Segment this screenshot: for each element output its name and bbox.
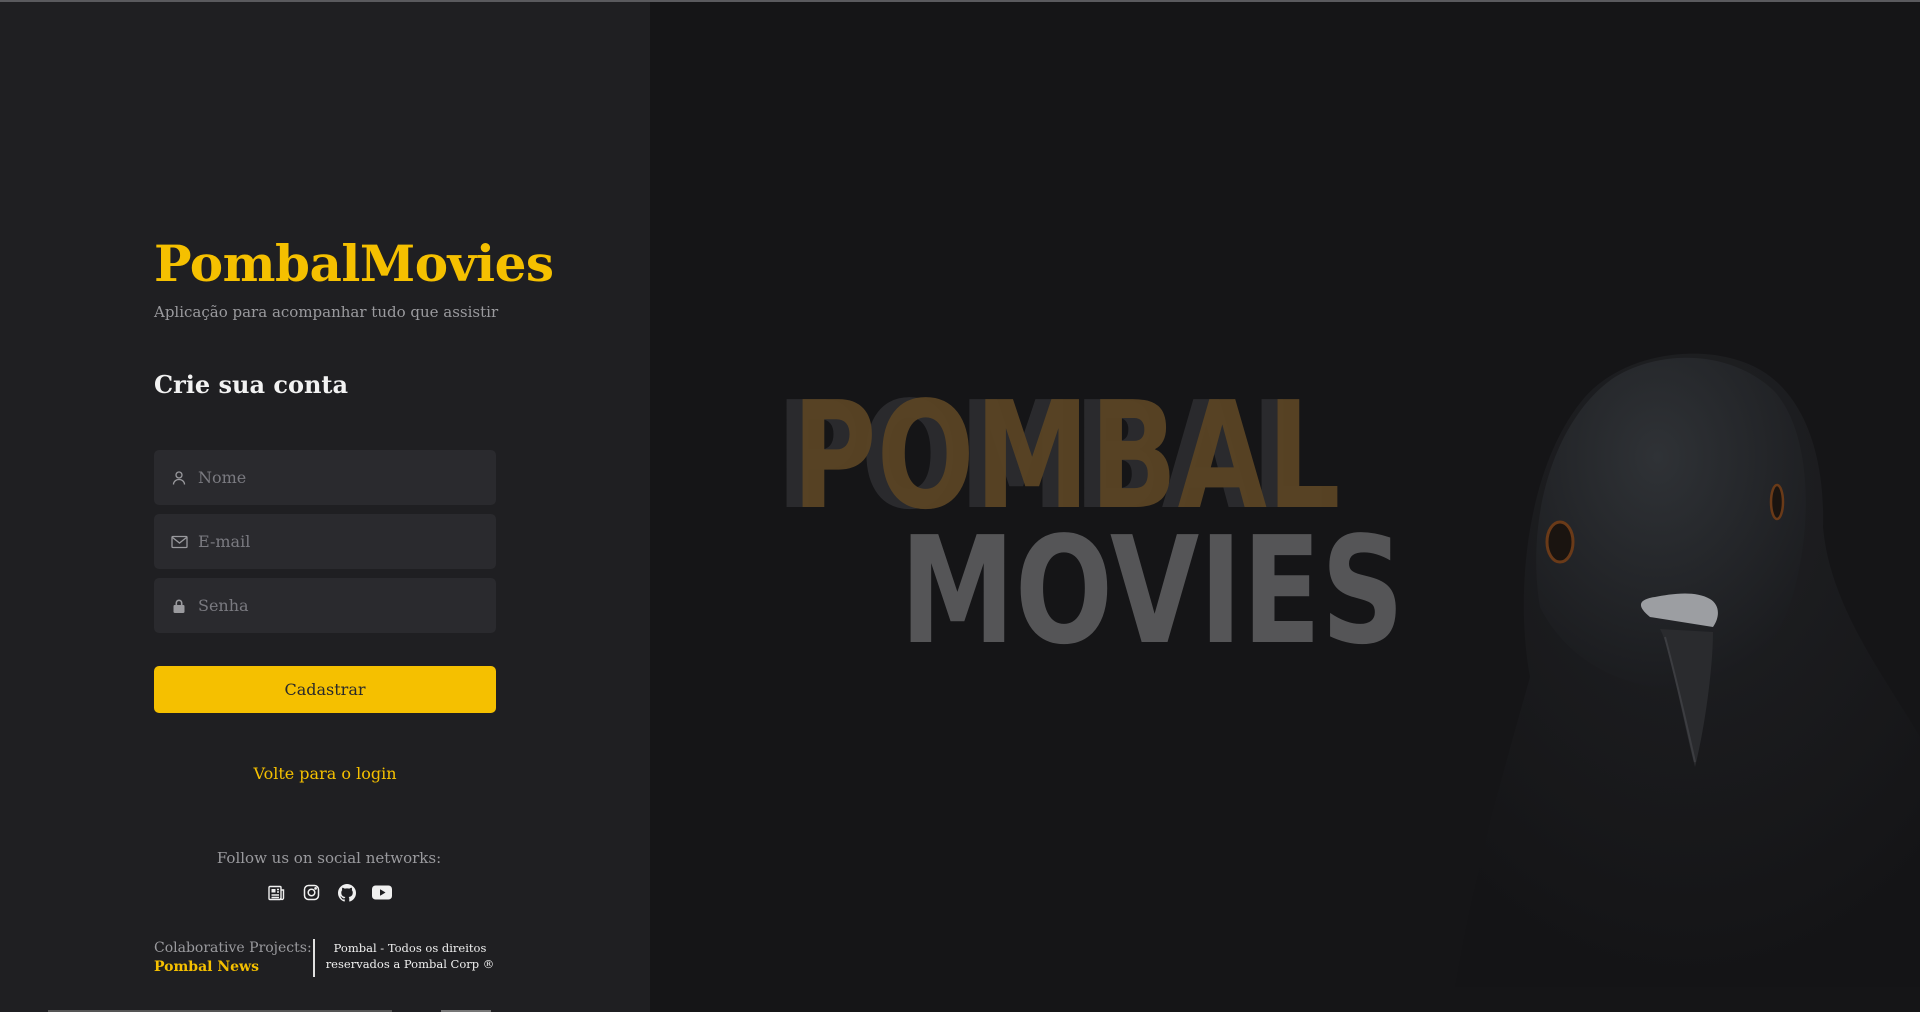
news-icon[interactable] xyxy=(266,882,287,903)
email-field[interactable] xyxy=(154,514,496,569)
follow-text: Follow us on social networks: xyxy=(216,849,442,867)
mail-icon xyxy=(154,535,198,549)
name-input[interactable] xyxy=(198,468,478,487)
password-field[interactable] xyxy=(154,578,496,633)
hero-panel: POMBAL POMBAL MOVIES xyxy=(650,2,1920,1012)
email-input[interactable] xyxy=(198,532,478,551)
collab-projects: Colaborative Projects: Pombal News xyxy=(154,940,312,975)
footer-divider xyxy=(313,939,315,977)
collab-label: Colaborative Projects: xyxy=(154,940,312,956)
github-icon[interactable] xyxy=(336,882,357,903)
register-button[interactable]: Cadastrar xyxy=(154,666,496,713)
instagram-icon[interactable] xyxy=(301,882,322,903)
app-title: PombalMovies xyxy=(154,234,554,293)
hero-movies-text: MOVIES xyxy=(900,505,1405,677)
youtube-icon[interactable] xyxy=(371,882,392,903)
lock-icon xyxy=(154,598,198,614)
form-title: Crie sua conta xyxy=(154,370,349,399)
name-field[interactable] xyxy=(154,450,496,505)
app-subtitle: Aplicação para acompanhar tudo que assis… xyxy=(154,303,499,321)
copyright-text: Pombal - Todos os direitos reservados a … xyxy=(325,941,495,971)
social-icons xyxy=(266,882,392,903)
signup-panel: PombalMovies Aplicação para acompanhar t… xyxy=(0,2,650,1012)
pigeon-image xyxy=(1455,347,1920,991)
pombal-news-link[interactable]: Pombal News xyxy=(154,959,312,975)
back-to-login-link[interactable]: Volte para o login xyxy=(154,764,496,783)
password-input[interactable] xyxy=(198,596,478,615)
user-icon xyxy=(154,470,198,486)
